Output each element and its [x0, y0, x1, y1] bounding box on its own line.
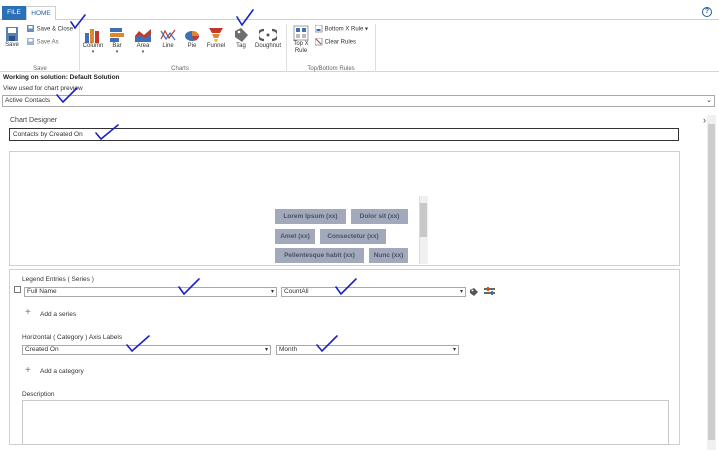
- view-select[interactable]: Active Contacts ⌄: [2, 95, 715, 107]
- top-x-rule-button[interactable]: Top X Rule: [289, 25, 313, 55]
- add-series-link[interactable]: Add a series: [40, 311, 76, 318]
- checkmark-icon: [335, 278, 357, 296]
- chevron-down-icon: ⌄: [706, 97, 712, 104]
- solution-info: Working on solution: Default Solution: [3, 74, 120, 81]
- tag-item: Dolor sit (xx): [351, 209, 408, 224]
- checkmark-icon: [70, 14, 86, 30]
- chevron-down-icon: ▾: [270, 289, 274, 295]
- dropdown-arrow-icon: ▾: [141, 49, 145, 55]
- save-close-label: Save & Close: [36, 26, 74, 33]
- dropdown-arrow-icon: ▾: [115, 49, 119, 55]
- line-chart-icon: [160, 29, 176, 41]
- column-chart-icon: [85, 29, 99, 43]
- tag-item: Pellentesque habit (xx): [275, 248, 364, 263]
- group-label-topbottom: Top/Bottom Rules: [307, 66, 355, 72]
- save-label: Save: [5, 42, 19, 48]
- checkmark-icon: [178, 278, 200, 296]
- clear-rules-label: Clear Rules: [324, 39, 357, 46]
- tag-cloud-scroll-thumb[interactable]: [420, 203, 427, 237]
- series-settings-icon[interactable]: [484, 287, 495, 297]
- chevron-down-icon: ▾: [452, 347, 456, 353]
- dropdown-arrow-icon: ▾: [91, 49, 95, 55]
- tab-home[interactable]: HOME: [26, 6, 56, 21]
- save-button[interactable]: Save: [3, 26, 21, 48]
- category-label: Horizontal ( Category ) Axis Labels: [22, 334, 123, 341]
- save-close-icon: [27, 25, 34, 32]
- tag-item: Consectetur (xx): [320, 229, 386, 244]
- bottom-x-rule-button[interactable]: Bottom X Rule ▾: [314, 24, 375, 33]
- checkmark-icon: [236, 9, 254, 27]
- checkmark-icon: [126, 335, 150, 353]
- chart-line-label: Line: [162, 43, 174, 49]
- chart-pie-button[interactable]: Pie: [182, 27, 202, 49]
- tag-chart-icon: [235, 28, 248, 42]
- clear-rules-button[interactable]: Clear Rules: [314, 37, 375, 46]
- tab-file[interactable]: FILE: [2, 6, 26, 20]
- add-category-icon[interactable]: +: [25, 366, 31, 376]
- series-field-select[interactable]: Full Name ▾: [24, 287, 277, 297]
- top-x-rule-label-2: Rule: [294, 48, 308, 54]
- series-field-value: Full Name: [27, 288, 57, 295]
- tag-item: Nunc (xx): [369, 248, 408, 263]
- area-chart-icon: [135, 29, 151, 42]
- save-as-icon: [27, 38, 34, 45]
- series-options-icon[interactable]: [469, 287, 479, 297]
- bottom-x-rule-label: Bottom X Rule: [324, 26, 364, 33]
- checkmark-icon: [56, 87, 78, 103]
- chart-bar-button[interactable]: Bar ▾: [107, 27, 127, 55]
- top-x-rule-icon: [293, 25, 309, 41]
- series-checkbox[interactable]: [14, 286, 21, 293]
- save-as-label: Save As: [36, 39, 59, 46]
- clear-rules-icon: [314, 37, 323, 46]
- view-select-value: Active Contacts: [5, 97, 51, 104]
- description-label: Description: [22, 391, 55, 398]
- category-field-value: Created On: [25, 346, 59, 353]
- series-aggregate-value: CountAll: [284, 288, 309, 295]
- funnel-chart-icon: [209, 28, 223, 42]
- page-scroll-thumb[interactable]: [708, 124, 715, 440]
- pie-chart-icon: [185, 31, 200, 41]
- chart-pie-label: Pie: [187, 43, 197, 49]
- chart-tag-label: Tag: [236, 43, 246, 49]
- chart-column-button[interactable]: Column ▾: [82, 27, 104, 55]
- add-series-icon[interactable]: +: [25, 308, 31, 318]
- help-icon[interactable]: ?: [702, 7, 712, 17]
- top-x-rule-label-1: Top X: [293, 41, 309, 47]
- ribbon-separator: [375, 24, 376, 72]
- ribbon-tab-bar: [0, 0, 719, 20]
- tag-item: Amet (xx): [275, 229, 315, 244]
- legend-label: Legend Entries ( Series ): [22, 276, 94, 283]
- category-grouping-value: Month: [279, 346, 298, 353]
- ribbon-separator: [79, 24, 80, 72]
- chart-line-button[interactable]: Line: [158, 27, 178, 49]
- chart-tag-button[interactable]: Tag: [231, 27, 251, 49]
- doughnut-chart-icon: [259, 28, 277, 42]
- chart-doughnut-button[interactable]: Doughnut: [253, 27, 283, 49]
- designer-title: Chart Designer: [10, 117, 58, 124]
- tag-cloud: Lorem Ipsum (xx) Dolor sit (xx) Amet (xx…: [274, 196, 428, 265]
- description-textarea[interactable]: [22, 400, 669, 445]
- bottom-x-rule-icon: [314, 24, 323, 33]
- series-aggregate-select[interactable]: CountAll ▾: [281, 287, 466, 297]
- group-label-save: Save: [33, 66, 47, 72]
- save-as-button[interactable]: Save As: [27, 38, 77, 46]
- chart-area-button[interactable]: Area ▾: [132, 27, 154, 55]
- chart-funnel-label: Funnel: [206, 43, 226, 49]
- chevron-down-icon: ▾: [459, 289, 463, 295]
- tag-item: Lorem Ipsum (xx): [275, 209, 346, 224]
- checkmark-icon: [316, 335, 338, 353]
- add-category-link[interactable]: Add a category: [40, 368, 84, 375]
- chart-name-value: Contacts by Created On: [13, 131, 83, 138]
- category-grouping-select[interactable]: Month ▾: [276, 345, 459, 355]
- checkmark-icon: [95, 124, 119, 140]
- save-icon: [6, 27, 18, 41]
- chart-doughnut-label: Doughnut: [254, 43, 282, 49]
- bar-chart-icon: [110, 28, 124, 42]
- chevron-right-icon[interactable]: ›: [703, 115, 706, 125]
- chevron-down-icon: ▾: [264, 347, 268, 353]
- ribbon-separator: [286, 24, 287, 72]
- chart-funnel-button[interactable]: Funnel: [205, 27, 227, 49]
- group-label-charts: Charts: [171, 66, 189, 72]
